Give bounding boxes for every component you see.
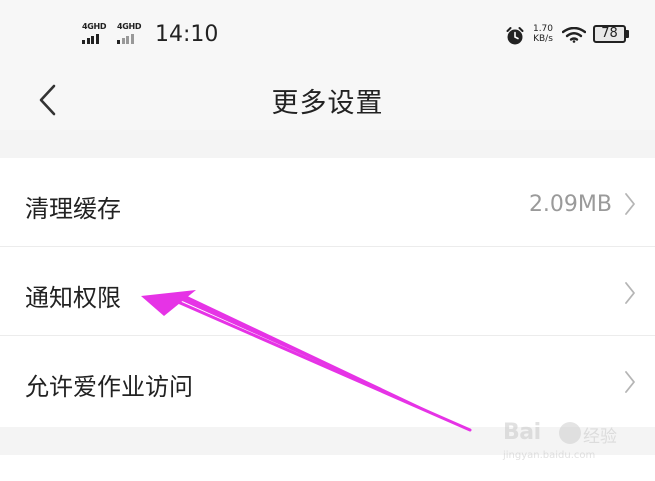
watermark-url: jingyan.baidu.com [503, 450, 596, 461]
navigation-bar: 更多设置 [0, 70, 655, 130]
setting-label: 通知权限 [25, 284, 121, 312]
signal-label: 4GHD [82, 22, 107, 31]
watermark-brand: Bai [503, 420, 541, 445]
chevron-right-icon [625, 282, 635, 304]
settings-list: 清理缓存 2.09MB 通知权限 允许爱作业访问 [0, 158, 655, 425]
net-speed-value: 1.70 [532, 24, 554, 34]
battery-tip [626, 30, 629, 38]
signal-label-2: 4GHD [117, 22, 142, 31]
setting-clear-cache[interactable]: 清理缓存 2.09MB [0, 158, 655, 247]
setting-label: 清理缓存 [25, 195, 121, 223]
signal-icon-2: 4GHD [117, 22, 142, 44]
status-bar: 4GHD 4GHD 14:10 1.70 KB/s 78 [0, 0, 655, 70]
signal-icon: 4GHD [82, 22, 107, 44]
cache-size-value: 2.09MB [528, 192, 612, 217]
watermark: Bai 经验 jingyan.baidu.com [503, 420, 623, 470]
page-title: 更多设置 [271, 88, 384, 119]
chevron-right-icon [625, 193, 635, 215]
setting-label: 允许爱作业访问 [25, 373, 193, 401]
status-time: 14:10 [155, 22, 219, 47]
watermark-suffix: 经验 [583, 427, 617, 447]
net-speed-unit: KB/s [533, 34, 553, 44]
setting-notification-permission[interactable]: 通知权限 [0, 247, 655, 336]
alarm-icon [506, 27, 524, 45]
setting-allow-access[interactable]: 允许爱作业访问 [0, 336, 655, 425]
chevron-right-icon [625, 371, 635, 393]
section-divider [0, 130, 655, 158]
wifi-icon [562, 27, 586, 43]
paw-icon [559, 422, 581, 444]
battery-icon: 78 [593, 25, 626, 43]
net-speed: 1.70 KB/s [530, 24, 556, 44]
